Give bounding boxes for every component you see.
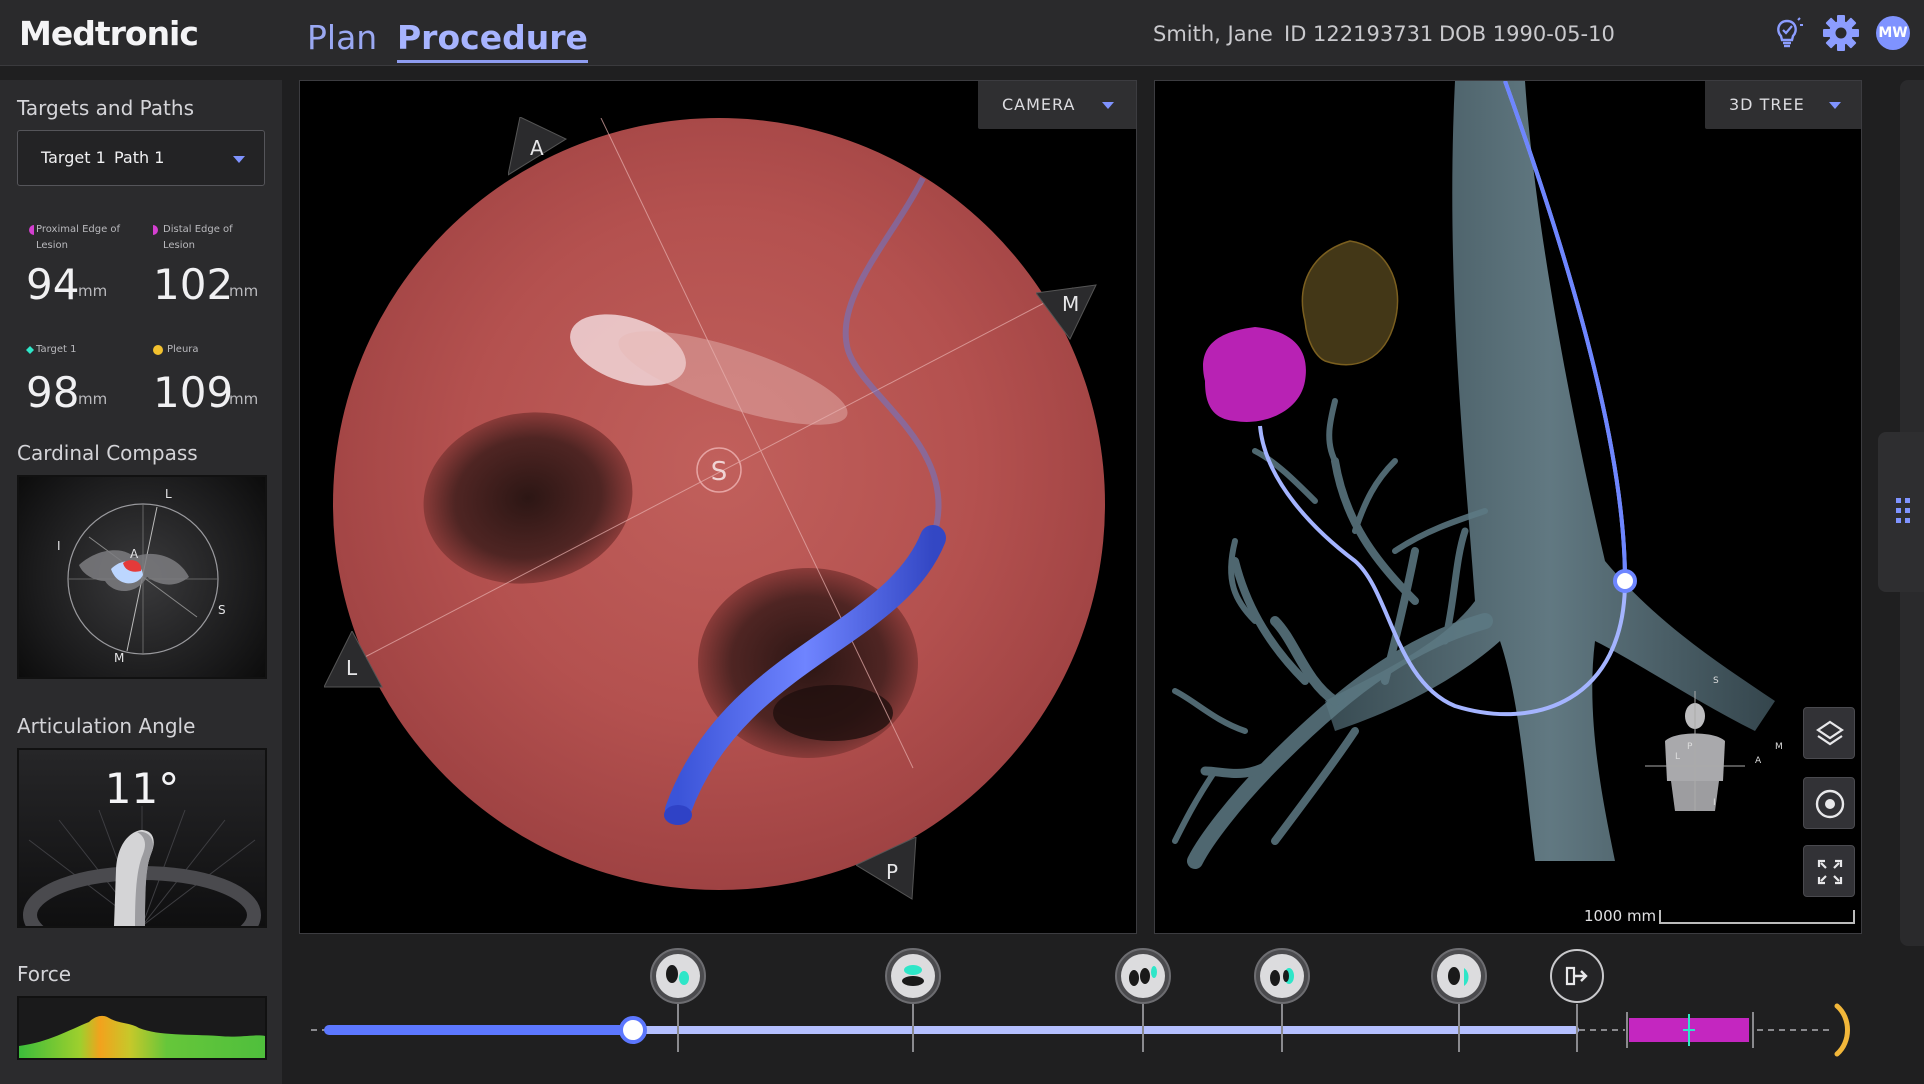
exit-node[interactable] bbox=[1548, 948, 1606, 1058]
scale-bar bbox=[1659, 910, 1855, 924]
selected-path: Path 1 bbox=[114, 148, 165, 167]
tree-view-dropdown[interactable]: 3D TREE bbox=[1705, 81, 1861, 129]
side-panel-handle[interactable] bbox=[1878, 432, 1924, 592]
patient-dob: DOB 1990-05-10 bbox=[1439, 22, 1615, 46]
articulation-value: 11° bbox=[104, 764, 180, 813]
lightbulb-icon[interactable] bbox=[1768, 14, 1806, 52]
user-avatar[interactable]: MW bbox=[1876, 16, 1910, 50]
patient-name: Smith, Jane bbox=[1153, 22, 1273, 46]
orientation-label-a: A bbox=[530, 136, 544, 160]
articulation-angle-display: 11° bbox=[17, 748, 267, 928]
orientation-tab-left: L bbox=[324, 631, 383, 688]
metric-label: Distal Edge of Lesion bbox=[163, 224, 233, 251]
fullscreen-icon bbox=[1817, 859, 1843, 885]
chevron-down-icon bbox=[233, 156, 245, 163]
metric-value: 109 bbox=[153, 368, 234, 417]
left-sidebar: Targets and Paths Target 1 Path 1 Proxim… bbox=[0, 80, 282, 1084]
body-label-left: L bbox=[1675, 752, 1680, 762]
metric-distal-edge: Distal Edge of Lesion 102 mm bbox=[153, 222, 273, 312]
pleura-marker bbox=[1834, 1003, 1850, 1057]
metric-value: 94 bbox=[26, 260, 80, 309]
body-orientation-labels: S L M P A I bbox=[1675, 676, 1783, 808]
camera-view-dropdown[interactable]: CAMERA bbox=[978, 81, 1136, 129]
chevron-down-icon bbox=[1102, 102, 1114, 109]
cardinal-compass: L I S M A bbox=[17, 475, 267, 679]
drag-handle-icon bbox=[1896, 498, 1910, 523]
layers-button[interactable] bbox=[1803, 707, 1855, 759]
target-path-select[interactable]: Target 1 Path 1 bbox=[17, 130, 265, 186]
body-label-front: A bbox=[1755, 756, 1762, 766]
airway-node-4[interactable] bbox=[1253, 948, 1311, 1058]
airway-node-3[interactable] bbox=[1114, 948, 1172, 1058]
compass-label-center: A bbox=[130, 547, 139, 561]
orientation-tab-bottom: P bbox=[856, 837, 917, 900]
orientation-tab-right: M bbox=[1036, 284, 1097, 340]
tab-plan[interactable]: Plan bbox=[307, 18, 377, 57]
articulation-title: Articulation Angle bbox=[17, 714, 196, 738]
orientation-center: S bbox=[711, 457, 728, 487]
compass-title: Cardinal Compass bbox=[17, 441, 198, 465]
body-label-back: P bbox=[1687, 742, 1693, 752]
tab-procedure[interactable]: Procedure bbox=[397, 18, 588, 63]
layers-icon bbox=[1816, 720, 1844, 746]
pleura-marker-icon bbox=[153, 345, 163, 355]
metric-label: Pleura bbox=[167, 344, 199, 355]
compass-label-right: S bbox=[218, 603, 226, 617]
selected-target: Target 1 bbox=[41, 148, 106, 167]
recenter-button[interactable] bbox=[1803, 777, 1855, 829]
airway-node-2[interactable] bbox=[884, 948, 942, 1058]
compass-label-top: L bbox=[165, 487, 172, 501]
airway-node-1[interactable] bbox=[649, 948, 707, 1058]
compass-graphic bbox=[67, 503, 219, 655]
top-bar: Medtronic Plan Procedure Smith, Jane ID … bbox=[0, 0, 1924, 66]
target-icon bbox=[1815, 789, 1845, 819]
airway-node-5[interactable] bbox=[1430, 948, 1488, 1058]
metric-unit: mm bbox=[229, 282, 259, 300]
tree-view[interactable]: S L M P A I 3D TREE 1000 mm bbox=[1154, 80, 1862, 934]
metric-unit: mm bbox=[78, 390, 108, 408]
metric-value: 102 bbox=[153, 260, 234, 309]
metric-pleura: Pleura 109 mm bbox=[153, 342, 273, 432]
body-label-bottom: I bbox=[1713, 798, 1716, 808]
timeline-scrubber[interactable] bbox=[619, 1016, 648, 1044]
orientation-tab-top: A bbox=[508, 117, 568, 176]
metric-proximal-edge: Proximal Edge of Lesion 94 mm bbox=[26, 222, 146, 312]
orientation-label-p: P bbox=[886, 860, 898, 884]
gear-icon[interactable] bbox=[1822, 14, 1860, 52]
compass-label-bottom: M bbox=[114, 651, 125, 665]
target-marker-icon bbox=[26, 346, 34, 354]
lesion-marker-icon bbox=[29, 225, 34, 235]
app-logo: Medtronic bbox=[19, 14, 199, 53]
metric-target: Target 1 98 mm bbox=[26, 342, 146, 432]
navigation-timeline[interactable] bbox=[299, 948, 1879, 1084]
body-label-top: S bbox=[1713, 676, 1719, 686]
force-title: Force bbox=[17, 962, 72, 986]
force-graph bbox=[17, 996, 267, 1060]
scale-label: 1000 mm bbox=[1584, 907, 1657, 925]
fullscreen-button[interactable] bbox=[1803, 845, 1855, 897]
metric-unit: mm bbox=[229, 390, 259, 408]
patient-id: ID 122193731 bbox=[1284, 22, 1434, 46]
timeline-track bbox=[311, 1003, 1850, 1057]
camera-dropdown-label: CAMERA bbox=[1002, 95, 1076, 114]
chevron-down-icon bbox=[1829, 102, 1841, 109]
endoscope-image: S bbox=[333, 118, 1105, 890]
orientation-label-m: M bbox=[1062, 292, 1079, 316]
metric-label: Target 1 bbox=[36, 344, 77, 355]
metric-value: 98 bbox=[26, 368, 80, 417]
tree-dropdown-label: 3D TREE bbox=[1729, 95, 1805, 114]
force-wave bbox=[19, 1015, 265, 1058]
targets-title: Targets and Paths bbox=[17, 96, 194, 120]
metric-label: Proximal Edge of Lesion bbox=[36, 224, 121, 251]
camera-view[interactable]: S A M L P CAMERA bbox=[299, 80, 1137, 934]
orientation-label-l: L bbox=[346, 656, 358, 680]
metric-unit: mm bbox=[78, 282, 108, 300]
lesion-marker-icon bbox=[153, 225, 158, 235]
body-label-right: M bbox=[1775, 742, 1783, 752]
compass-label-left: I bbox=[57, 539, 61, 553]
